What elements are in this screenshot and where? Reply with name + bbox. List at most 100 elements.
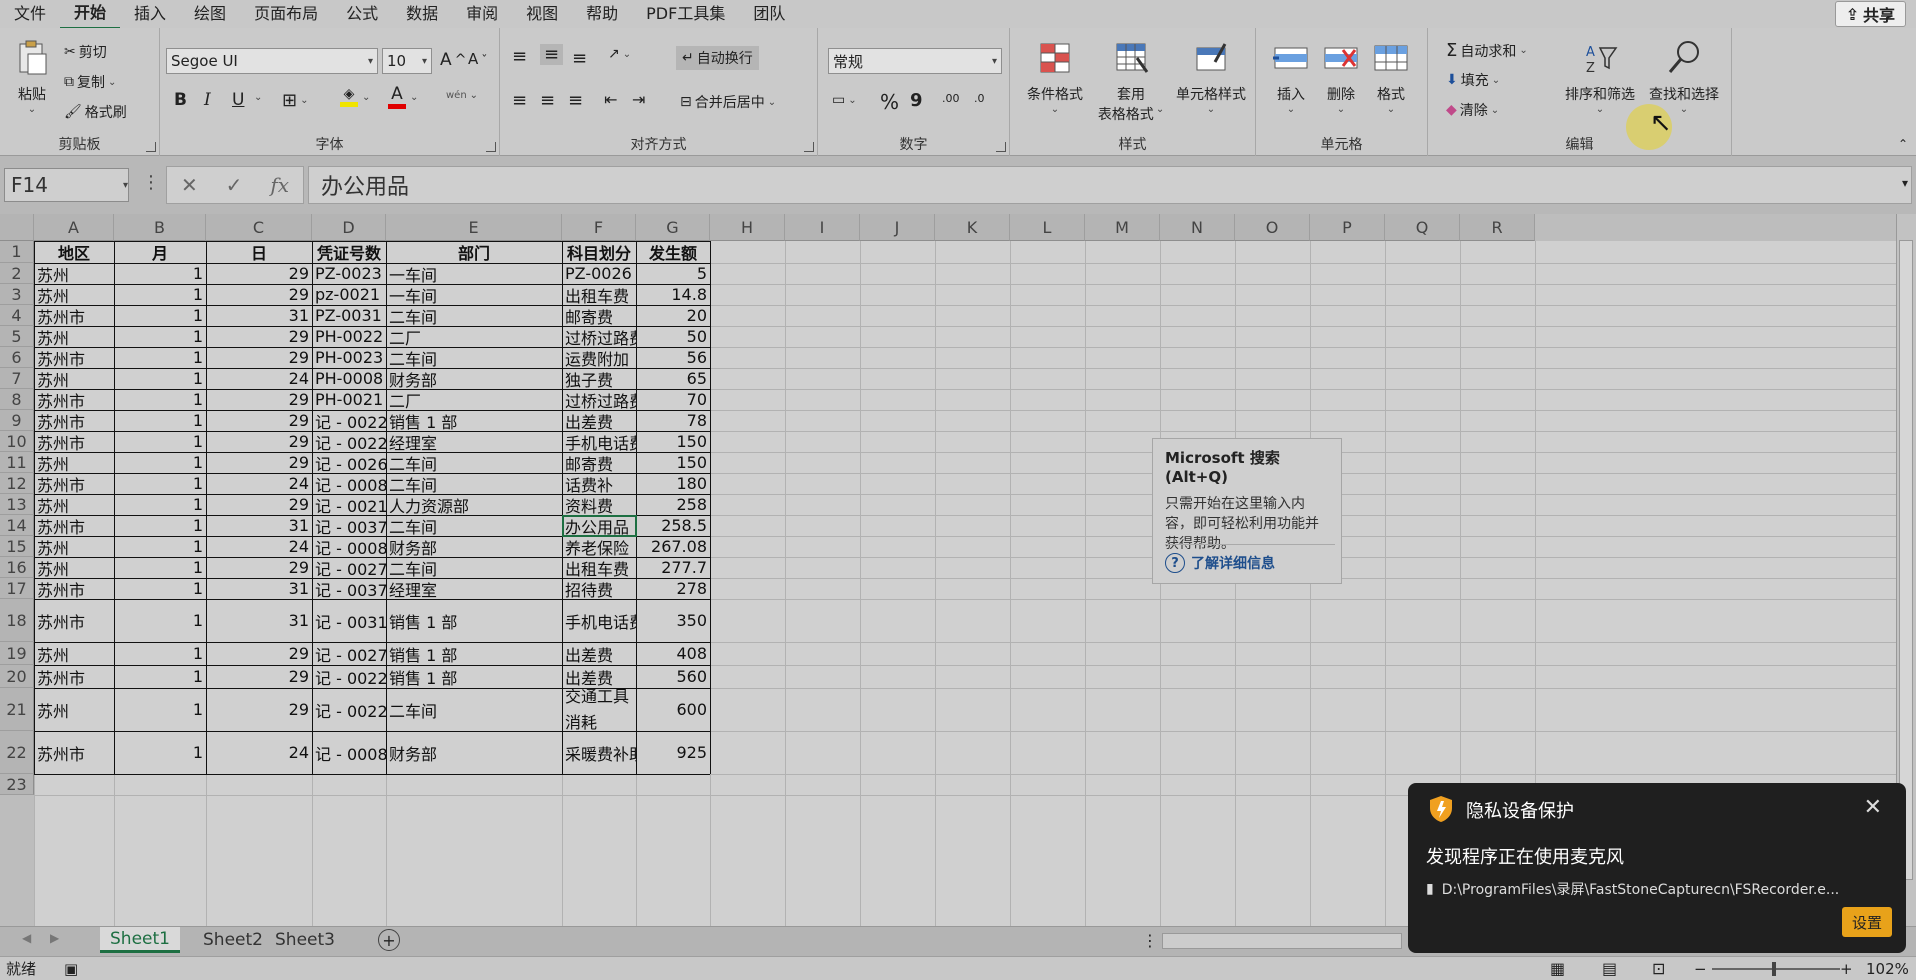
table-cell[interactable]: 交通工具消耗 [562,688,636,731]
table-cell[interactable]: 苏州市 [34,473,114,495]
table-cell[interactable]: 记 - 0022 [312,688,386,731]
table-cell[interactable]: 24 [206,473,312,494]
table-cell[interactable]: 二车间 [386,557,562,579]
table-cell[interactable]: 267.08 [636,536,710,557]
table-cell[interactable]: 29 [206,431,312,452]
table-header-cell[interactable]: 日 [206,241,312,263]
table-cell[interactable]: 出差费 [562,410,636,432]
table-cell[interactable]: 180 [636,473,710,494]
table-cell[interactable]: 养老保险 [562,536,636,558]
table-cell[interactable]: 苏州 [34,536,114,558]
format-cells-button[interactable]: 格式 ⌄ [1370,38,1412,115]
row-header[interactable]: 8 [0,389,34,410]
table-cell[interactable]: 二车间 [386,473,562,495]
row-header[interactable]: 18 [0,599,34,642]
font-color-dropdown[interactable]: ⌄ [410,92,418,103]
merge-center-button[interactable]: ⊟ 合并后居中 ⌄ [680,92,776,112]
table-cell[interactable]: 29 [206,557,312,578]
percent-button[interactable]: % [880,90,899,114]
font-name-select[interactable]: Segoe UI ▾ [166,48,378,74]
table-cell[interactable]: 24 [206,368,312,389]
column-header[interactable]: H [710,214,785,241]
zoom-slider-thumb[interactable] [1772,962,1776,976]
column-header[interactable]: C [206,214,312,241]
table-cell[interactable]: PH-0022 [312,326,386,347]
table-cell[interactable]: 记 - 0026 [312,452,386,474]
row-header[interactable]: 19 [0,642,34,665]
table-cell[interactable]: 苏州市 [34,578,114,600]
orientation-button[interactable]: ↗ ⌄ [608,46,631,62]
underline-button[interactable]: U [232,90,244,110]
table-cell[interactable]: 277.7 [636,557,710,578]
align-middle-button[interactable]: ≡ [540,44,564,65]
menu-item[interactable]: 帮助 [572,0,632,28]
number-launcher-icon[interactable] [996,142,1006,152]
table-cell[interactable]: 苏州 [34,642,114,665]
row-header[interactable]: 20 [0,665,34,688]
menu-item[interactable]: 团队 [739,0,799,28]
table-cell[interactable]: 1 [114,452,206,473]
table-cell[interactable]: 29 [206,389,312,410]
row-header[interactable]: 21 [0,688,34,731]
increase-decimal-button[interactable]: .00 [942,92,960,105]
table-cell[interactable]: 1 [114,326,206,347]
italic-button[interactable]: I [204,90,211,110]
scroll-tabs-left-icon[interactable]: ◀ [22,931,31,945]
cancel-icon[interactable]: ✕ [181,173,198,197]
table-cell[interactable]: 记 - 0037 [312,578,386,600]
table-cell[interactable]: 记 - 0037 [312,515,386,537]
table-cell[interactable]: 1 [114,688,206,731]
table-cell[interactable]: 运费附加 [562,347,636,369]
table-cell[interactable]: 二车间 [386,452,562,474]
menu-item[interactable]: 页面布局 [240,0,332,28]
column-header[interactable]: D [312,214,386,241]
table-cell[interactable]: 29 [206,452,312,473]
bold-button[interactable]: B [174,90,187,110]
align-bottom-button[interactable]: ≡ [572,48,587,69]
fill-button[interactable]: ⬇ 填充 ⌄ [1446,70,1500,90]
sheet-tab[interactable]: Sheet2 [194,927,272,953]
row-header[interactable]: 15 [0,536,34,557]
table-cell[interactable]: 一车间 [386,263,562,285]
collapse-ribbon-icon[interactable]: ⌃ [1898,137,1908,151]
table-cell[interactable]: 29 [206,347,312,368]
table-cell[interactable]: 苏州市 [34,665,114,688]
tab-split-handle[interactable]: ⋮ [1142,931,1158,950]
table-cell[interactable]: 1 [114,473,206,494]
align-top-button[interactable]: ≡ [512,46,527,67]
table-cell[interactable]: 苏州 [34,494,114,516]
table-cell[interactable]: PH-0021 [312,389,386,410]
table-cell[interactable]: 31 [206,515,312,536]
table-cell[interactable]: 5 [636,263,710,284]
table-header-cell[interactable]: 地区 [34,241,114,263]
menu-item[interactable]: 公式 [332,0,392,28]
table-cell[interactable]: 过桥过路费 [562,326,636,348]
table-cell[interactable]: 29 [206,688,312,731]
clipboard-launcher-icon[interactable] [146,142,156,152]
table-cell[interactable]: 1 [114,494,206,515]
table-cell[interactable]: 财务部 [386,368,562,390]
table-cell[interactable]: 1 [114,578,206,599]
row-header[interactable]: 13 [0,494,34,515]
table-cell[interactable]: 1 [114,305,206,326]
sort-filter-button[interactable]: AZ 排序和筛选 ⌄ [1560,38,1640,115]
column-header[interactable]: M [1085,214,1160,241]
table-cell[interactable]: PZ-0026 [562,263,636,284]
table-cell[interactable]: 29 [206,326,312,347]
table-cell[interactable]: 经理室 [386,578,562,600]
column-header[interactable]: B [114,214,206,241]
table-cell[interactable]: 31 [206,305,312,326]
horizontal-scrollbar[interactable] [1162,933,1402,949]
table-cell[interactable]: 出差费 [562,642,636,665]
name-box[interactable]: F14 ▾ [4,168,129,202]
decrease-decimal-button[interactable]: .0 [974,92,985,105]
table-cell[interactable]: 采暖费补助 [562,731,636,774]
table-cell[interactable]: 苏州市 [34,731,114,774]
table-cell[interactable]: 苏州 [34,326,114,348]
decrease-indent-button[interactable]: ⇤ [604,90,617,109]
row-header[interactable]: 22 [0,731,34,774]
row-header[interactable]: 14 [0,515,34,536]
table-cell[interactable]: 记 - 0022 [312,431,386,453]
table-cell[interactable]: 31 [206,578,312,599]
table-cell[interactable]: 出租车费 [562,557,636,579]
